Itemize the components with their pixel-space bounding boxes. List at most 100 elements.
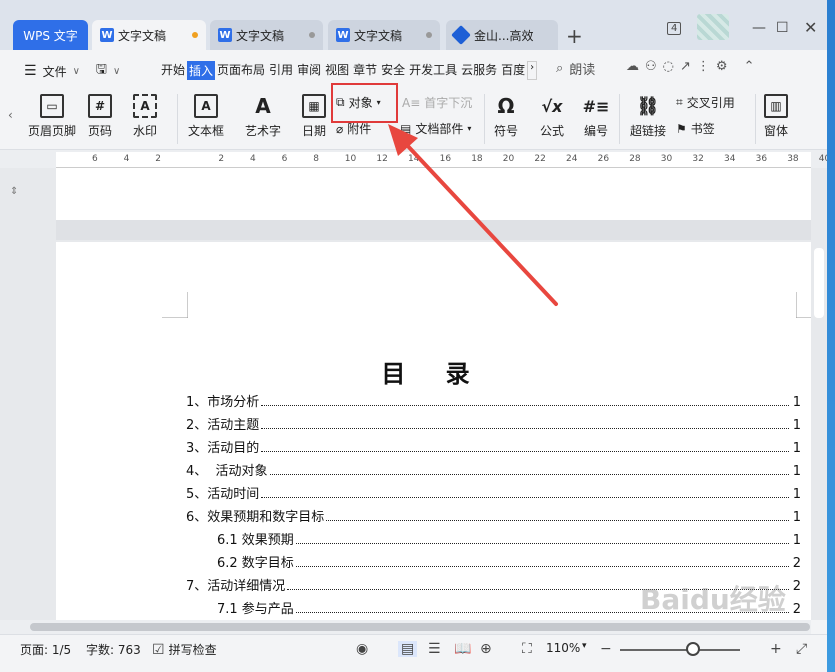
ribbon-separator [619, 94, 620, 144]
ruler-tick-label: 6 [281, 154, 288, 164]
watermark-button[interactable]: A 水印 [133, 94, 157, 139]
chevron-right-icon[interactable]: › [527, 61, 538, 80]
tab-dot-icon [309, 32, 315, 38]
vertical-scrollbar[interactable] [811, 168, 827, 620]
page-count[interactable]: 页面: 1/5 [20, 641, 71, 658]
eye-protection-icon[interactable]: ◉ [356, 641, 368, 657]
symbol-button[interactable]: Ω 符号 [494, 94, 518, 139]
toc-row[interactable]: 6、效果预期和数字目标 1 [186, 505, 801, 525]
tab-page-layout[interactable]: 页面布局 [215, 61, 267, 80]
document-area[interactable]: 目 录 1、市场分析 1 2、活动主题 1 3、活动目的 1 4、 活动对象 1 5、活动时间 1… [56, 168, 811, 634]
chevron-down-icon[interactable]: ∨ [73, 66, 80, 77]
header-footer-button[interactable]: ▭ 页眉页脚 [28, 94, 76, 139]
zoom-in-icon[interactable]: + [770, 641, 782, 657]
share-user-icon[interactable]: ⚇ [645, 59, 657, 74]
tab-security[interactable]: 安全 [379, 61, 407, 80]
page-view-icon[interactable]: ▤ [398, 641, 418, 657]
toc-row[interactable]: 6.1 效果预期 1 [217, 528, 801, 548]
horizontal-scrollbar[interactable] [0, 620, 811, 634]
page-separator [56, 220, 811, 240]
ruler-tick-label: 14 [408, 154, 420, 164]
doc-parts-button[interactable]: ▤ 文档部件 ▾ [400, 120, 471, 137]
vertical-scrollbar-thumb[interactable] [814, 248, 824, 318]
dropcap-button[interactable]: A≡ 首字下沉 [402, 94, 472, 111]
fit-page-icon[interactable]: ⛶ [522, 641, 532, 657]
toc-row[interactable]: 2、活动主题 1 [186, 413, 801, 433]
hamburger-icon[interactable]: ☰ [24, 63, 37, 79]
wordart-button[interactable]: A 艺术字 [245, 94, 281, 139]
save-icon[interactable]: 🖫 [96, 60, 107, 82]
zoom-dropdown-icon[interactable]: ▾ [582, 641, 587, 651]
hyperlink-button[interactable]: ⛓ 超链接 [630, 94, 666, 139]
horizontal-scrollbar-thumb[interactable] [30, 623, 810, 631]
tab-view[interactable]: 视图 [323, 61, 351, 80]
tab-home[interactable]: 开始 [159, 61, 187, 80]
outline-view-icon[interactable]: ☰ [428, 641, 441, 657]
tab-baidu[interactable]: 百度 [499, 61, 527, 80]
form-button[interactable]: ▥ 窗体 [764, 94, 788, 139]
reading-view-icon[interactable]: 📖 [454, 641, 471, 657]
tab-developer[interactable]: 开发工具 [407, 61, 459, 80]
date-button[interactable]: ▦ 日期 [302, 94, 326, 139]
tab-document-3[interactable]: W 文字文稿 [328, 20, 440, 50]
bookmark-button[interactable]: ⚑ 书签 [676, 120, 715, 137]
tab-kingsoft[interactable]: 金山...高效 [446, 20, 558, 50]
share-icon[interactable]: ↗ [680, 59, 691, 74]
textbox-button[interactable]: A 文本框 [188, 94, 224, 139]
toc-row[interactable]: 6.2 数字目标 2 [217, 551, 801, 571]
toc-row[interactable]: 1、市场分析 1 [186, 390, 801, 410]
window-count-button[interactable]: 4 [667, 22, 682, 35]
zoom-slider-knob[interactable] [686, 642, 700, 656]
toc-page-number: 1 [792, 395, 801, 410]
button-label: 页码 [88, 124, 113, 138]
fullscreen-icon[interactable]: ⤢ [796, 641, 807, 657]
checkbox-icon: ☑ [152, 641, 165, 658]
tab-chapter[interactable]: 章节 [351, 61, 379, 80]
settings-icon[interactable]: ⚙ [716, 59, 728, 74]
toc-row[interactable]: 3、活动目的 1 [186, 436, 801, 456]
word-count[interactable]: 字数: 763 [86, 641, 141, 658]
tab-document-2[interactable]: W 文字文稿 [210, 20, 323, 50]
toc-title: 目 录 [381, 359, 486, 388]
file-menu[interactable]: 文件 [43, 63, 67, 80]
ruler-tick-label: 2 [155, 154, 161, 164]
paperclip-icon: ⌀ [336, 121, 344, 136]
maximize-button[interactable]: ☐ [776, 20, 789, 36]
zoom-slider[interactable] [620, 649, 740, 651]
zoom-out-icon[interactable]: − [600, 641, 612, 657]
ribbon-scroll-left-icon[interactable]: ‹ [8, 108, 13, 122]
tab-cloud[interactable]: 云服务 [459, 61, 499, 80]
avatar[interactable] [697, 14, 729, 40]
toc-row[interactable]: 5、活动时间 1 [186, 482, 801, 502]
button-label: 日期 [302, 124, 327, 138]
collapse-ribbon-icon[interactable]: ⌃ [744, 59, 755, 74]
tab-references[interactable]: 引用 [267, 61, 295, 80]
more-icon[interactable]: ⋮ [697, 59, 710, 74]
read-aloud-button[interactable]: 朗读 [569, 59, 595, 78]
chevron-down-icon[interactable]: ∨ [113, 66, 120, 77]
formula-button[interactable]: √x 公式 [540, 94, 564, 139]
document-page[interactable]: 目 录 1、市场分析 1 2、活动主题 1 3、活动目的 1 4、 活动对象 1 5、活动时间 1… [56, 242, 811, 634]
new-tab-button[interactable]: + [566, 24, 583, 48]
tab-insert[interactable]: 插入 [187, 61, 216, 80]
tab-review[interactable]: 审阅 [295, 61, 323, 80]
zoom-level[interactable]: 110% [546, 641, 580, 655]
button-label: 公式 [540, 124, 565, 138]
page-number-button[interactable]: # 页码 [88, 94, 112, 139]
navigation-pane-icon[interactable]: ⇕ [10, 186, 18, 197]
toc-leader-dots [326, 520, 789, 521]
spellcheck-toggle[interactable]: ☑ 拼写检查 [152, 641, 217, 658]
cloud-sync-icon[interactable]: ☁ [626, 59, 639, 74]
numbering-button[interactable]: #≡ 编号 [583, 94, 610, 139]
unsaved-dot-icon [192, 32, 198, 38]
horizontal-ruler[interactable]: 6 4 2 2 4 6 8 10 12 14 16 18 20 22 24 26 28 30 32 34 36 38 40 [56, 152, 830, 168]
web-view-icon[interactable]: ⊕ [480, 641, 492, 657]
minimize-button[interactable]: — [752, 20, 766, 36]
cross-reference-button[interactable]: ⌗ 交叉引用 [676, 94, 735, 111]
tab-wps-home[interactable]: WPS 文字 [13, 20, 88, 50]
search-icon[interactable]: ⌕ [556, 61, 563, 76]
close-button[interactable]: ✕ [804, 18, 817, 37]
tab-document-active[interactable]: W 文字文稿 [92, 20, 206, 50]
toc-row[interactable]: 4、 活动对象 1 [186, 459, 801, 479]
comment-icon[interactable]: ◌ [663, 59, 674, 74]
